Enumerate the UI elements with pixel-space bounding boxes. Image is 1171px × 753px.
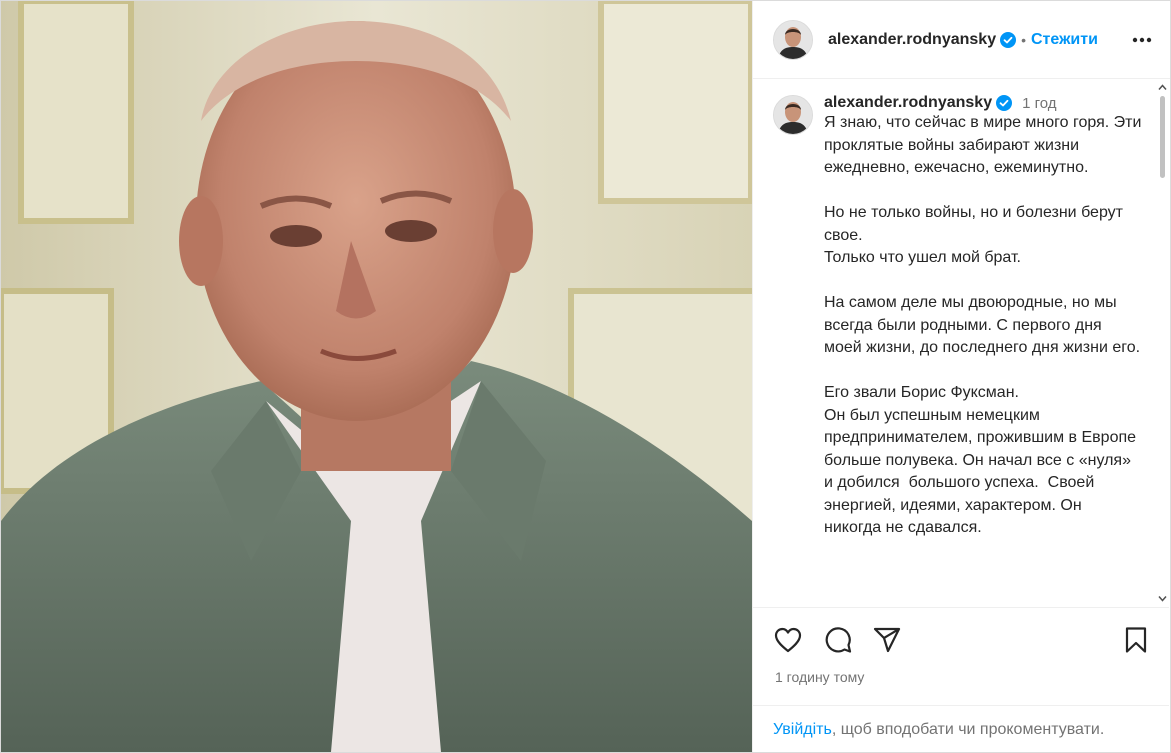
header-username[interactable]: alexander.rodnyansky	[828, 31, 996, 49]
action-bar	[753, 607, 1169, 669]
bookmark-icon[interactable]	[1121, 625, 1151, 655]
caption-username[interactable]: alexander.rodnyansky	[824, 94, 992, 112]
caption-scroll-area[interactable]: alexander.rodnyansky 1 год Я знаю, что с…	[753, 79, 1169, 607]
login-link[interactable]: Увійдіть	[773, 721, 832, 738]
post-image[interactable]	[1, 1, 752, 752]
more-options-icon[interactable]	[1130, 28, 1154, 52]
comment-icon[interactable]	[823, 625, 853, 655]
login-prompt-text: , щоб вподобати чи прокоментувати.	[831, 721, 1105, 738]
caption-time[interactable]: 1 год	[1022, 95, 1056, 112]
login-prompt: Увійдіть, щоб вподобати чи прокоментуват…	[753, 705, 1169, 752]
caption-body: alexander.rodnyansky 1 год Я знаю, что с…	[824, 94, 1142, 540]
scrollbar-thumb[interactable]	[1160, 96, 1165, 178]
verified-badge-icon	[1000, 31, 1017, 48]
scroll-up-arrow-icon[interactable]	[1158, 83, 1167, 92]
post-timestamp[interactable]: 1 годину тому	[775, 669, 864, 685]
post-dialog: alexander.rodnyansky • Стежити alexander…	[0, 0, 1171, 753]
caption: alexander.rodnyansky 1 год Я знаю, что с…	[753, 79, 1169, 540]
share-icon[interactable]	[872, 625, 902, 655]
scroll-down-arrow-icon[interactable]	[1158, 594, 1167, 603]
heart-icon[interactable]	[773, 625, 803, 655]
follow-button[interactable]: Стежити	[1031, 31, 1098, 49]
caption-scrollbar[interactable]	[1155, 79, 1170, 607]
post-header: alexander.rodnyansky • Стежити	[753, 1, 1170, 79]
caption-text: Я знаю, что сейчас в мире много горя. Эт…	[824, 114, 1142, 536]
verified-badge-icon	[996, 95, 1013, 111]
header-separator: •	[1021, 31, 1026, 48]
avatar[interactable]	[773, 19, 813, 60]
post-side-panel: alexander.rodnyansky • Стежити alexander…	[752, 1, 1170, 752]
caption-header: alexander.rodnyansky 1 год	[824, 94, 1142, 112]
caption-avatar[interactable]	[773, 95, 813, 135]
